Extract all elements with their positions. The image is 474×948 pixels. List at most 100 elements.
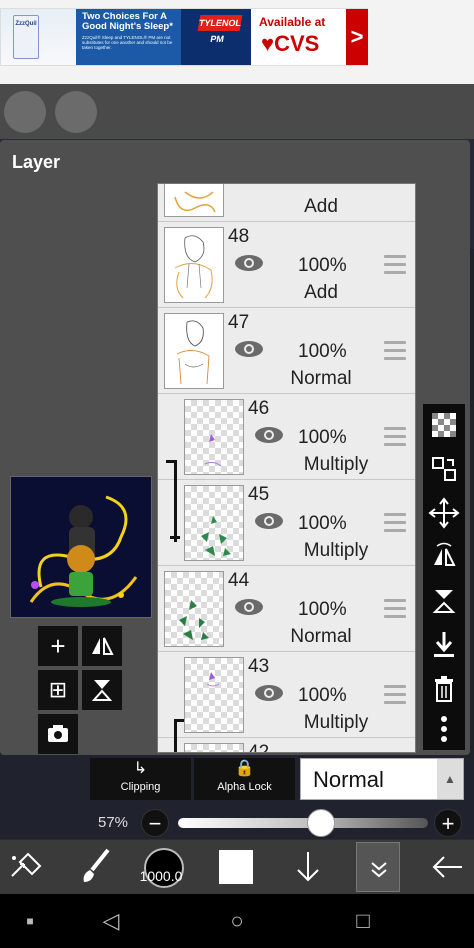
download-icon xyxy=(434,632,454,657)
layer-row[interactable]: 43 100% Multiply xyxy=(158,652,415,738)
layer-row[interactable]: 44 100% Normal xyxy=(158,566,415,652)
flip-horizontal-button[interactable] xyxy=(423,538,465,576)
canvas-preview-thumbnail[interactable] xyxy=(10,476,152,618)
opacity-slider-thumb[interactable] xyxy=(306,809,335,837)
merge-down-button[interactable] xyxy=(423,626,465,664)
flip-vertical-icon xyxy=(432,590,456,613)
ad-arrow-button[interactable]: > xyxy=(346,9,368,65)
zzzquil-box: ZzzQuil xyxy=(13,15,39,59)
nav-menu-icon[interactable]: ■ xyxy=(18,894,42,948)
move-button[interactable] xyxy=(423,494,465,532)
layer-thumbnail[interactable] xyxy=(164,227,224,303)
layer-thumbnail[interactable] xyxy=(184,743,244,752)
visibility-eye-icon[interactable] xyxy=(254,424,284,446)
ad-tylenol-image: TYLENOL PM xyxy=(181,9,251,65)
ad-creative[interactable]: ZzzQuil Two Choices For A Good Night's S… xyxy=(0,8,368,66)
visibility-eye-icon[interactable] xyxy=(234,596,264,618)
ad-banner[interactable]: ZzzQuil Two Choices For A Good Night's S… xyxy=(0,0,474,84)
nav-recents-icon[interactable]: □ xyxy=(348,894,378,948)
nav-back-icon[interactable]: ◁ xyxy=(96,894,126,948)
layer-thumbnail[interactable] xyxy=(184,399,244,475)
color-swatch-button[interactable] xyxy=(219,850,253,884)
layer-thumbnail-art xyxy=(176,320,210,385)
layer-blend-mode: Add xyxy=(304,282,338,303)
visibility-eye-icon[interactable] xyxy=(234,338,264,360)
opacity-increase-button[interactable]: + xyxy=(434,809,462,837)
layer-number: 48 xyxy=(228,226,250,247)
layer-number: 45 xyxy=(248,484,270,505)
layer-thumbnail[interactable] xyxy=(184,657,244,733)
more-options-button[interactable] xyxy=(423,710,465,748)
layer-row[interactable]: 45 100% Multiply xyxy=(158,480,415,566)
layer-blend-mode: Normal xyxy=(290,626,352,647)
selection-tool-button[interactable] xyxy=(4,840,48,894)
drag-handle-icon[interactable] xyxy=(384,341,406,361)
clipping-button[interactable]: ↳ Clipping xyxy=(90,758,191,800)
layer-move-icon xyxy=(432,457,456,481)
trash-icon xyxy=(435,676,453,702)
select-layer-button[interactable] xyxy=(423,450,465,488)
visibility-eye-icon[interactable] xyxy=(254,510,284,532)
checkerboard-icon xyxy=(432,413,456,437)
undo-button[interactable] xyxy=(4,91,46,133)
clipping-arrow-icon xyxy=(170,536,180,539)
drag-handle-icon[interactable] xyxy=(384,685,406,705)
ad-product-image: ZzzQuil xyxy=(1,9,76,65)
layer-opacity: 100% xyxy=(298,513,347,534)
rotate-layer-button[interactable] xyxy=(82,670,122,710)
camera-import-button[interactable] xyxy=(38,714,78,754)
layer-row[interactable]: 48 100% Add xyxy=(158,222,415,308)
opacity-decrease-button[interactable]: − xyxy=(141,809,169,837)
brush-tool-button[interactable] xyxy=(74,840,118,894)
dropdown-arrow-icon[interactable]: ▲ xyxy=(437,759,463,799)
drag-handle-icon[interactable] xyxy=(384,427,406,447)
layer-row[interactable]: 47 100% Normal xyxy=(158,308,415,394)
opacity-value: 57% xyxy=(98,814,129,831)
layer-thumbnail[interactable] xyxy=(184,485,244,561)
opacity-slider-track[interactable] xyxy=(178,818,428,828)
flip-vertical-button[interactable] xyxy=(423,582,465,620)
layer-blend-mode: Multiply xyxy=(303,454,369,475)
add-layer-button[interactable]: + xyxy=(38,626,78,666)
layer-row[interactable]: 42 xyxy=(158,738,415,753)
nav-home-icon[interactable]: ○ xyxy=(222,894,252,948)
layer-thumbnail[interactable] xyxy=(164,184,224,217)
drag-handle-icon[interactable] xyxy=(384,599,406,619)
camera-icon xyxy=(48,725,68,742)
layer-thumbnail[interactable] xyxy=(164,313,224,389)
alpha-lock-label: Alpha Lock xyxy=(217,781,272,793)
ad-store: ♥CVS xyxy=(261,31,320,56)
layer-blend-mode: Multiply xyxy=(303,540,369,561)
layer-panel-toggle-button[interactable] xyxy=(356,842,400,892)
layer-number: 44 xyxy=(228,570,250,591)
ad-headline: Two Choices For A Good Night's Sleep* xyxy=(82,11,173,32)
transparency-button[interactable] xyxy=(423,406,465,444)
layer-thumbnail-art xyxy=(201,516,231,556)
clipping-label: Clipping xyxy=(120,781,161,793)
blend-mode-value: Normal xyxy=(313,767,384,792)
back-button[interactable] xyxy=(424,840,470,894)
layer-down-button[interactable] xyxy=(286,840,330,894)
layer-opacity: 100% xyxy=(298,685,347,706)
layer-number: 42 xyxy=(248,742,270,753)
brush-icon xyxy=(83,848,110,882)
drag-handle-icon[interactable] xyxy=(384,255,406,275)
move-arrows-icon xyxy=(428,497,460,529)
delete-layer-button[interactable] xyxy=(423,670,465,708)
duplicate-layer-button[interactable]: ⊞ xyxy=(38,670,78,710)
double-chevron-down-icon xyxy=(371,862,387,878)
layer-thumbnail[interactable] xyxy=(164,571,224,647)
clipping-indicator-line xyxy=(174,460,177,542)
redo-button[interactable] xyxy=(55,91,97,133)
visibility-eye-icon[interactable] xyxy=(234,252,264,274)
visibility-eye-icon[interactable] xyxy=(254,682,284,704)
layer-list[interactable]: Add 48 100% Add 47 100% Normal 46 100% M… xyxy=(157,183,416,753)
layer-row[interactable]: 46 100% Multiply xyxy=(158,394,415,480)
ad-product-left: ZzzQuil xyxy=(15,21,37,27)
flip-layer-button[interactable] xyxy=(82,626,122,666)
blend-mode-select[interactable]: Normal ▲ xyxy=(300,758,464,800)
layer-thumbnail-art xyxy=(179,600,209,640)
alpha-lock-button[interactable]: 🔒 Alpha Lock xyxy=(194,758,295,800)
drag-handle-icon[interactable] xyxy=(384,513,406,533)
layer-row[interactable]: Add xyxy=(158,184,415,222)
